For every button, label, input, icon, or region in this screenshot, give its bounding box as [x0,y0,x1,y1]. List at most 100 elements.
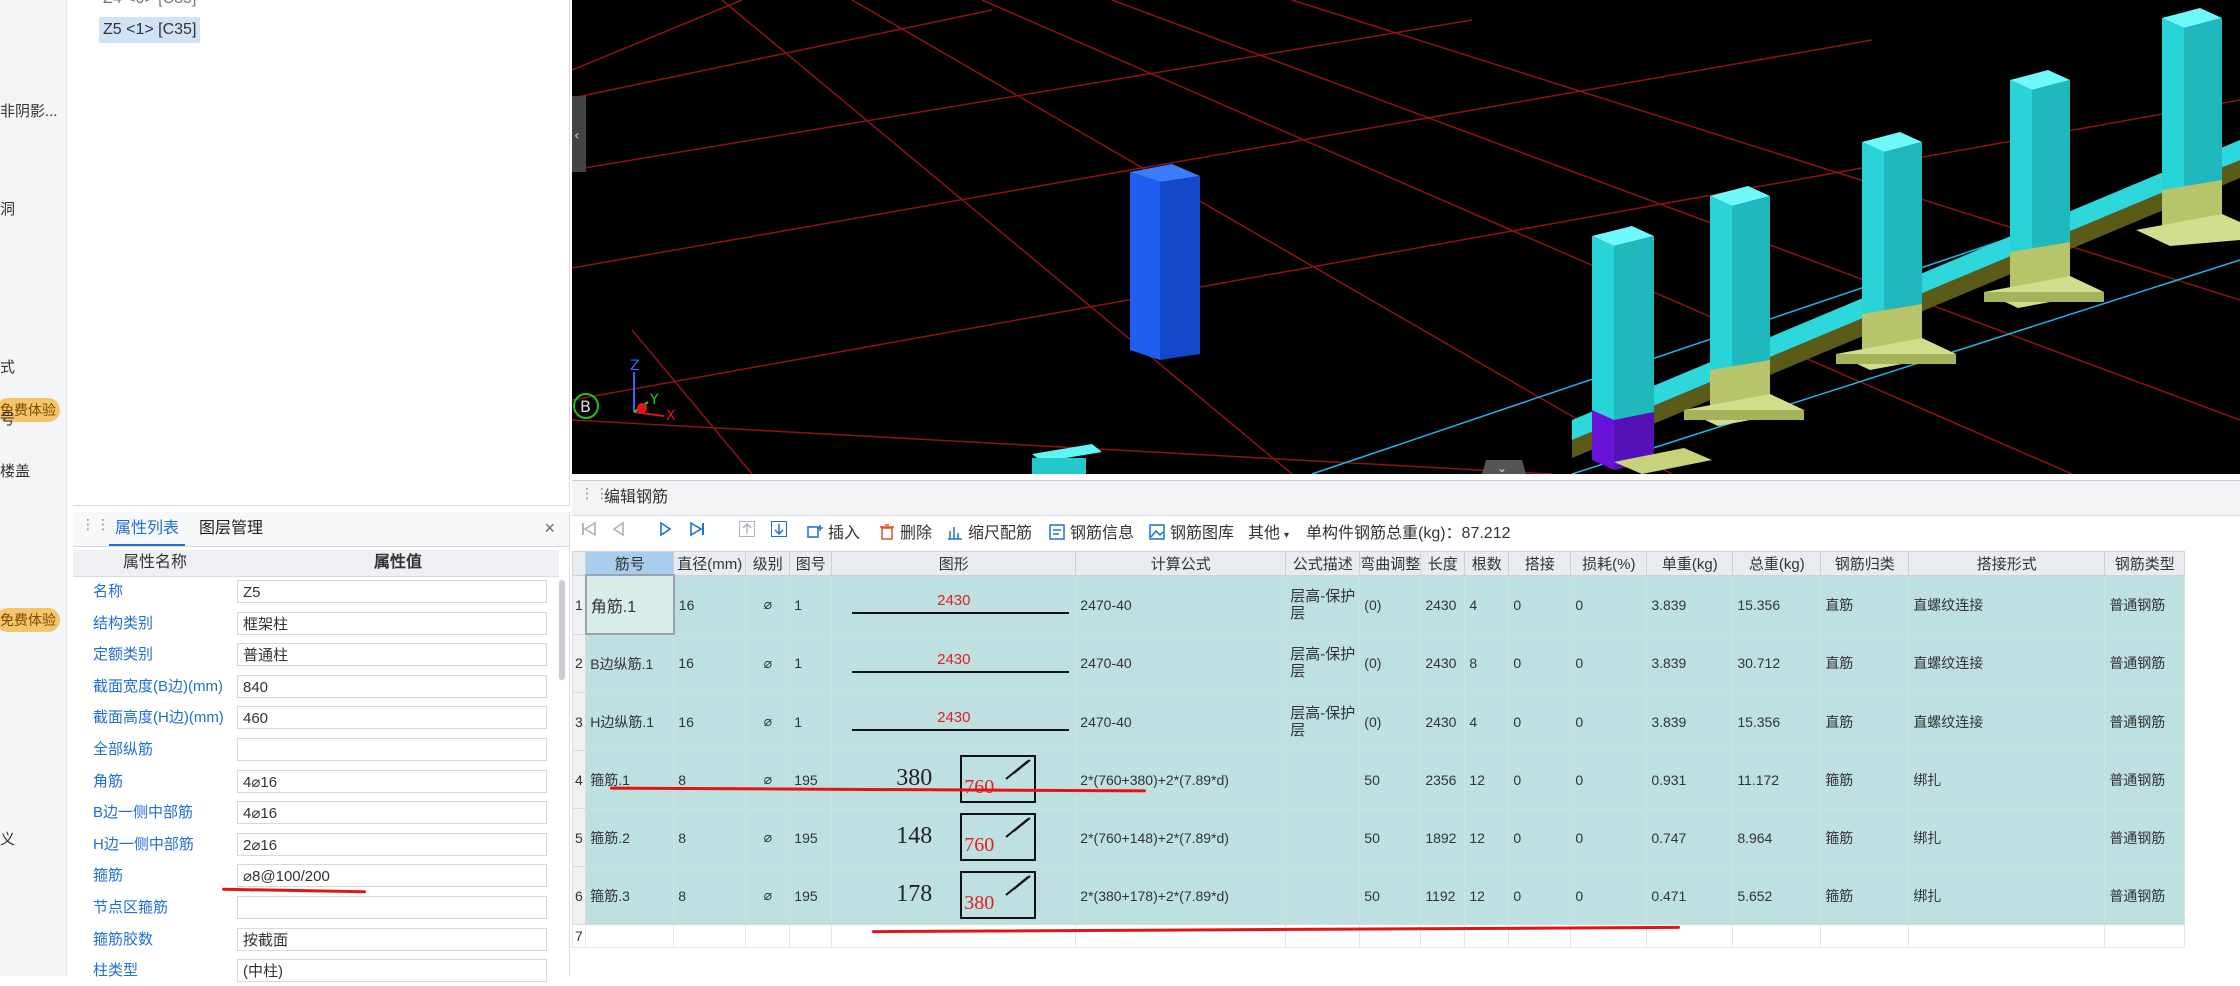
cell-diameter[interactable]: 8 [673,866,747,925]
next-record-icon[interactable] [656,517,674,551]
property-value-field[interactable]: 4⌀16 [237,769,547,793]
cell-formula-desc[interactable]: 层高-保护层 [1285,574,1361,635]
cell-count[interactable]: 12 [1464,750,1510,809]
cell-diameter[interactable]: 16 [673,633,747,693]
empty-cell[interactable] [585,924,675,948]
column-header[interactable]: 图形 [831,551,1077,576]
cell-shape[interactable]: 2430 [831,574,1077,635]
cell-lap-form[interactable]: 直螺纹连接 [1908,692,2106,751]
sidebar-item-define[interactable]: 义 [0,828,15,849]
cell-lap[interactable]: 0 [1508,692,1572,751]
cell-unit-weight[interactable]: 0.747 [1646,808,1734,867]
cell-length[interactable]: 1892 [1420,808,1466,867]
tab-layer-management[interactable]: 图层管理 [193,512,269,546]
property-row[interactable]: 箍筋 ⌀8@100/200 [73,860,559,891]
row-number[interactable]: 1 [571,574,587,635]
other-menu-button[interactable]: 其他 ▾ [1248,517,1289,551]
cell-unit-weight[interactable]: 3.839 [1646,574,1734,635]
rebar-info-button[interactable]: 钢筋信息 [1048,517,1134,551]
cell-figure-no[interactable]: 1 [789,574,833,635]
cell-bend-adjust[interactable]: 50 [1359,808,1422,867]
drag-handle-icon[interactable]: ⋮⋮ [81,517,110,538]
delete-button[interactable]: 删除 [878,517,932,551]
cell-loss[interactable]: 0 [1570,633,1648,693]
cell-count[interactable]: 4 [1464,692,1510,751]
cell-bend-adjust[interactable]: 50 [1359,750,1422,809]
property-row[interactable]: H边一侧中部筋 2⌀16 [73,829,559,860]
cell-formula-desc[interactable]: 层高-保护层 [1285,633,1361,693]
cell-total-weight[interactable]: 8.964 [1732,808,1822,867]
property-value-field[interactable]: 普通柱 [237,643,547,667]
cell-bend-adjust[interactable]: (0) [1359,574,1422,635]
tab-property-list[interactable]: 属性列表 [109,512,186,546]
empty-cell[interactable] [831,924,1077,948]
table-row[interactable]: 4 箍筋.1 8 ⌀ 195 380 760 2*(760+380)+2*(7.89*d) 50… [571,750,2186,809]
column-header[interactable]: 根数 [1464,551,1510,576]
cell-formula[interactable]: 2*(380+178)+2*(7.89*d) [1075,866,1287,925]
property-value-field[interactable]: 框架柱 [237,611,547,635]
cell-category[interactable]: 箍筋 [1820,750,1910,809]
cell-bar-name[interactable]: 箍筋.3 [585,866,675,925]
property-row[interactable]: B边一侧中部筋 4⌀16 [73,797,559,828]
cell-figure-no[interactable]: 1 [789,692,833,751]
cell-lap[interactable]: 0 [1508,750,1572,809]
property-row[interactable]: 角筋 4⌀16 [73,766,559,797]
column-header[interactable]: 长度 [1420,551,1466,576]
property-row[interactable]: 名称 Z5 [73,576,559,607]
row-number[interactable]: 2 [571,633,587,693]
property-row[interactable]: 节点区箍筋 [73,892,559,923]
cell-bar-name[interactable]: 角筋.1 [584,574,675,635]
property-row[interactable]: 定额类别 普通柱 [73,639,559,670]
cell-lap-form[interactable]: 直螺纹连接 [1908,633,2106,693]
row-number[interactable]: 3 [571,692,587,751]
cell-bar-name[interactable]: 箍筋.2 [585,808,675,867]
empty-cell[interactable] [1908,924,2106,948]
property-value-field[interactable]: 按截面 [237,927,547,951]
cell-formula[interactable]: 2470-40 [1075,633,1287,693]
cell-count[interactable]: 12 [1464,808,1510,867]
column-header[interactable]: 损耗(%) [1570,551,1648,576]
property-value-field[interactable]: Z5 [237,580,547,603]
cell-formula[interactable]: 2*(760+380)+2*(7.89*d) [1075,750,1287,809]
cell-formula[interactable]: 2470-40 [1075,692,1287,751]
cell-lap-form[interactable]: 绑扎 [1908,750,2106,809]
cell-count[interactable]: 8 [1464,633,1510,693]
cell-shape[interactable]: 148 760 [831,808,1077,867]
cell-grade[interactable]: ⌀ [745,574,791,635]
3d-scene[interactable]: ‹ ⌄ Z Y X B [572,0,2240,474]
column-header[interactable]: 级别 [745,551,791,576]
cell-figure-no[interactable]: 195 [789,750,833,809]
tree-item-z4[interactable]: Z4 <0> [C35] [99,0,200,12]
empty-cell[interactable] [789,924,833,948]
move-up-icon[interactable] [738,517,756,551]
close-icon[interactable]: × [544,518,555,539]
row-number[interactable]: 6 [571,866,587,925]
property-row[interactable]: 柱类型 (中柱) [73,955,559,986]
cell-diameter[interactable]: 16 [673,574,747,635]
empty-cell[interactable] [2104,924,2186,948]
cell-diameter[interactable]: 8 [673,750,747,809]
property-row[interactable]: 截面宽度(B边)(mm) 840 [73,671,559,702]
cell-formula-desc[interactable]: 层高-保护层 [1285,692,1361,751]
cell-formula[interactable]: 2*(760+148)+2*(7.89*d) [1075,808,1287,867]
free-trial-badge-2[interactable]: 免费体验 [0,608,60,632]
column-header[interactable]: 单重(kg) [1646,551,1734,576]
properties-scrollbar[interactable] [559,580,565,680]
property-row[interactable]: 结构类别 框架柱 [73,608,559,639]
cell-category[interactable]: 箍筋 [1820,808,1910,867]
cell-shape[interactable]: 2430 [831,692,1077,751]
cell-category[interactable]: 箍筋 [1820,866,1910,925]
table-row[interactable]: 5 箍筋.2 8 ⌀ 195 148 760 2*(760+148)+2*(7.89*d) 50… [571,808,2186,867]
cell-diameter[interactable]: 8 [673,808,747,867]
scale-config-button[interactable]: 缩尺配筋 [946,517,1032,551]
cell-unit-weight[interactable]: 3.839 [1646,692,1734,751]
cell-formula-desc[interactable] [1285,750,1361,809]
cell-count[interactable]: 4 [1464,574,1510,635]
3d-viewport[interactable]: ‹ ⌄ Z Y X B [572,0,2240,474]
cell-rebar-type[interactable]: 普通钢筋 [2104,808,2186,867]
rebar-library-button[interactable]: 钢筋图库 [1148,517,1234,551]
property-row[interactable]: 箍筋胶数 按截面 [73,924,559,955]
cell-length[interactable]: 2430 [1420,692,1466,751]
cell-total-weight[interactable]: 11.172 [1732,750,1822,809]
property-row[interactable]: 全部纵筋 [73,734,559,765]
